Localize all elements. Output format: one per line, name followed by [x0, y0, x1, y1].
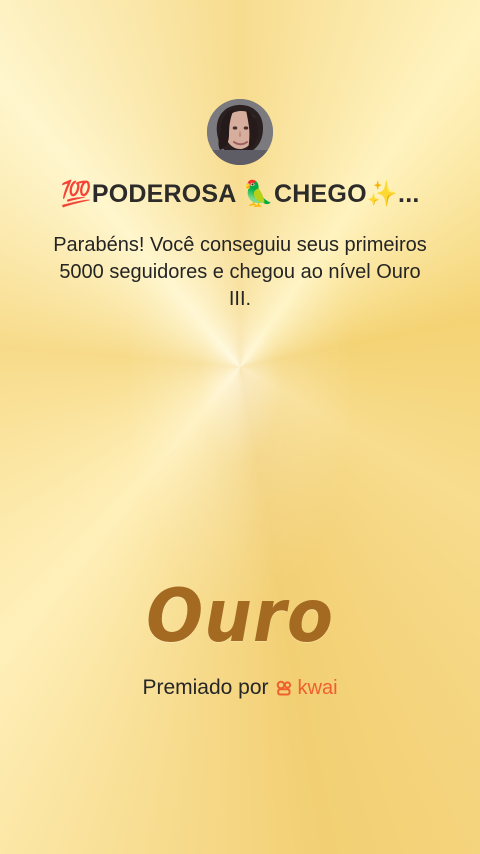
profile-name: 💯PODEROSA 🦜CHEGO✨...: [0, 176, 480, 212]
award-credit-label: Premiado por: [142, 676, 269, 699]
kwai-brand-text: kwai: [297, 676, 338, 699]
tier-logo-text: Ouro: [146, 574, 334, 659]
award-credit: Premiado por kwai: [0, 671, 480, 705]
achievement-screen: 💯PODEROSA 🦜CHEGO✨... Parabéns! Você cons…: [0, 0, 480, 854]
kwai-logo-icon: [276, 680, 291, 696]
user-avatar-icon: [207, 99, 273, 165]
avatar: [207, 99, 273, 165]
profile-name-text: 💯PODEROSA 🦜CHEGO✨...: [60, 180, 420, 208]
tier-logo: Ouro: [19, 572, 461, 662]
achievement-message: Parabéns! Você conseguiu seus primeiros …: [50, 232, 430, 313]
achievement-message-text: Parabéns! Você conseguiu seus primeiros …: [53, 234, 427, 310]
